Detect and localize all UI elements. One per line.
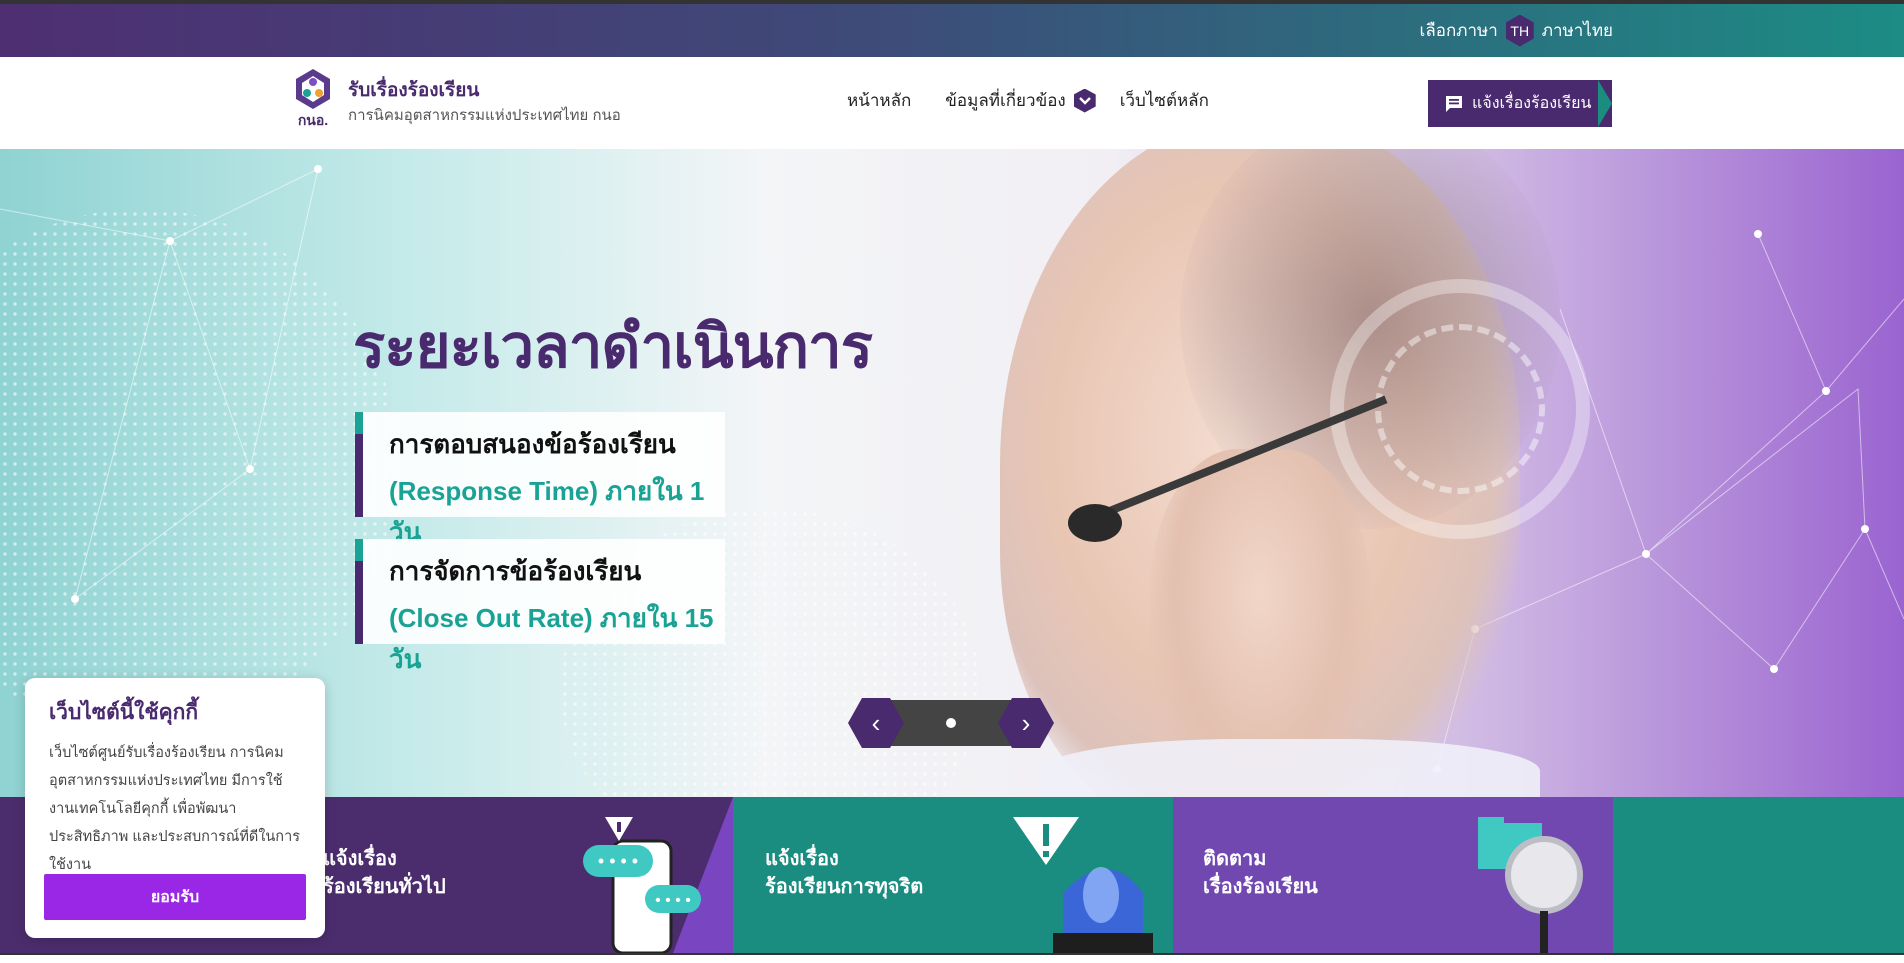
agent-shirt [1040,739,1540,797]
magnifier-folder-icon [1478,817,1583,953]
close-out-heading: การจัดการข้อร้องเรียน [389,556,642,586]
brand-subtitle: การนิคมอุตสาหกรรมแห่งประเทศไทย กนอ [348,107,621,124]
button-accent [1598,80,1612,127]
site-header: กนอ. รับเรื่องร้องเรียน การนิคมอุตสาหกรร… [0,57,1904,149]
report-complaint-button[interactable]: แจ้งเรื่องร้องเรียน [1428,80,1612,127]
phone-chat-icon: • • • • • • • • [583,817,701,953]
cookie-title: เว็บไซต์นี้ใช้คุกกี้ [49,701,199,724]
chat-icon [1446,95,1462,112]
hud-ring-inner [1375,324,1545,494]
language-option-thai[interactable]: ภาษาไทย [1542,17,1613,44]
siren-icon [1013,817,1153,953]
hero-title: ระยะเวลาดำเนินการ [353,313,873,380]
brand-title: รับเรื่องร้องเรียน [348,80,480,101]
cookie-accept-button[interactable]: ยอมรับ [44,874,306,920]
ieat-logo[interactable]: กนอ. [290,67,336,133]
tile-general-label: แจ้งเรื่อง ร้องเรียนทั่วไป [323,845,446,901]
nav-related-info-label: ข้อมูลที่เกี่ยวข้อง [945,91,1066,110]
tile-general-complaint[interactable]: แจ้งเรื่อง ร้องเรียนทั่วไป • • • • • • •… [293,797,733,953]
tile-corruption-label: แจ้งเรื่อง ร้องเรียนการทุจริต [765,845,923,901]
bottom-border [0,953,1904,963]
svg-text:• • • •: • • • • [598,851,638,871]
tile-corruption-complaint[interactable]: แจ้งเรื่อง ร้องเรียนการทุจริต [733,797,1173,953]
nav-home[interactable]: หน้าหลัก [847,87,911,114]
cookie-consent-popup: เว็บไซต์นี้ใช้คุกกี้ เว็บไซต์ศูนย์รับเรื… [25,678,325,938]
response-time-heading: การตอบสนองข้อร้องเรียน [389,429,676,459]
close-out-rate-card: การจัดการข้อร้องเรียน (Close Out Rate) ภ… [355,539,725,674]
logo-text: กนอ. [298,112,328,128]
nav-related-info[interactable]: ข้อมูลที่เกี่ยวข้อง [945,87,1096,114]
nav-main-site[interactable]: เว็บไซต์หลัก [1120,87,1209,114]
main-nav: หน้าหลัก ข้อมูลที่เกี่ยวข้อง เว็บไซต์หลั… [847,87,1209,114]
tile-right-filler [1613,797,1904,953]
tile-track-complaint[interactable]: ติดตาม เรื่องร้องเรียน [1173,797,1613,953]
cookie-text: เว็บไซต์ศูนย์รับเรื่องร้องเรียน การนิคมอ… [49,745,301,873]
tile-corruption-line1: แจ้งเรื่อง [765,848,839,870]
close-out-value: (Close Out Rate) ภายใน 15 วัน [389,603,714,674]
response-time-card: การตอบสนองข้อร้องเรียน (Response Time) ภ… [355,412,725,547]
report-complaint-label: แจ้งเรื่องร้องเรียน [1472,95,1592,112]
language-bar: เลือกภาษา TH ภาษาไทย [0,4,1904,57]
slider-dot-active[interactable] [946,718,956,728]
tile-track-line2: เรื่องร้องเรียน [1203,876,1318,898]
tile-general-line2: ร้องเรียนทั่วไป [323,876,446,898]
language-code-badge[interactable]: TH [1505,14,1534,47]
svg-text:• • • •: • • • • [655,892,691,909]
slider-controls: ‹ › [848,698,1056,748]
language-select-label: เลือกภาษา [1419,21,1498,40]
tile-corruption-line2: ร้องเรียนการทุจริต [765,876,924,898]
tile-track-label: ติดตาม เรื่องร้องเรียน [1203,845,1318,901]
tile-general-line1: แจ้งเรื่อง [323,848,397,870]
headset-mic [1068,504,1122,542]
chevron-down-icon[interactable] [1073,88,1096,113]
tile-track-line1: ติดตาม [1203,848,1267,870]
